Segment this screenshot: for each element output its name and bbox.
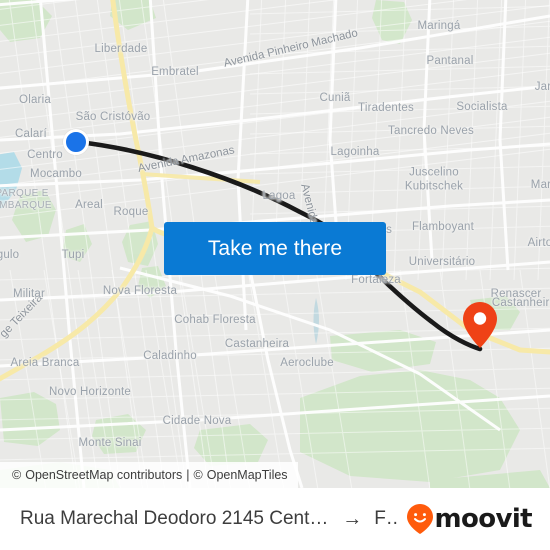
map-attribution: © OpenStreetMap contributors | © OpenMap… <box>0 462 298 488</box>
trip-summary: Rua Marechal Deodoro 2145 Centro Porto V… <box>20 508 397 530</box>
tiles-copyright-symbol: © <box>193 468 203 482</box>
destination-pin-marker[interactable] <box>463 302 497 348</box>
origin-dot-marker[interactable] <box>63 129 89 155</box>
trip-destination-label: F… <box>374 508 397 529</box>
attribution-separator: | <box>186 468 190 482</box>
moovit-pin-icon <box>407 504 434 534</box>
moovit-trip-screen: Avenida Pinheiro Machado Avenida Amazonas… <box>0 0 550 550</box>
openmaptiles-link[interactable]: OpenMapTiles <box>207 468 288 482</box>
take-me-there-button[interactable]: Take me there <box>164 222 386 275</box>
openstreetmap-link[interactable]: OpenStreetMap contributors <box>25 468 182 482</box>
trip-origin-label: Rua Marechal Deodoro 2145 Centro Porto V… <box>20 508 330 529</box>
moovit-logo[interactable]: moovit <box>407 504 533 534</box>
map-canvas[interactable]: Avenida Pinheiro Machado Avenida Amazonas… <box>0 0 550 488</box>
osm-copyright-symbol: © <box>12 468 22 482</box>
trip-bottom-bar: Rua Marechal Deodoro 2145 Centro Porto V… <box>0 488 550 550</box>
arrow-right-icon: → <box>342 508 363 530</box>
moovit-wordmark: moovit <box>434 504 532 534</box>
